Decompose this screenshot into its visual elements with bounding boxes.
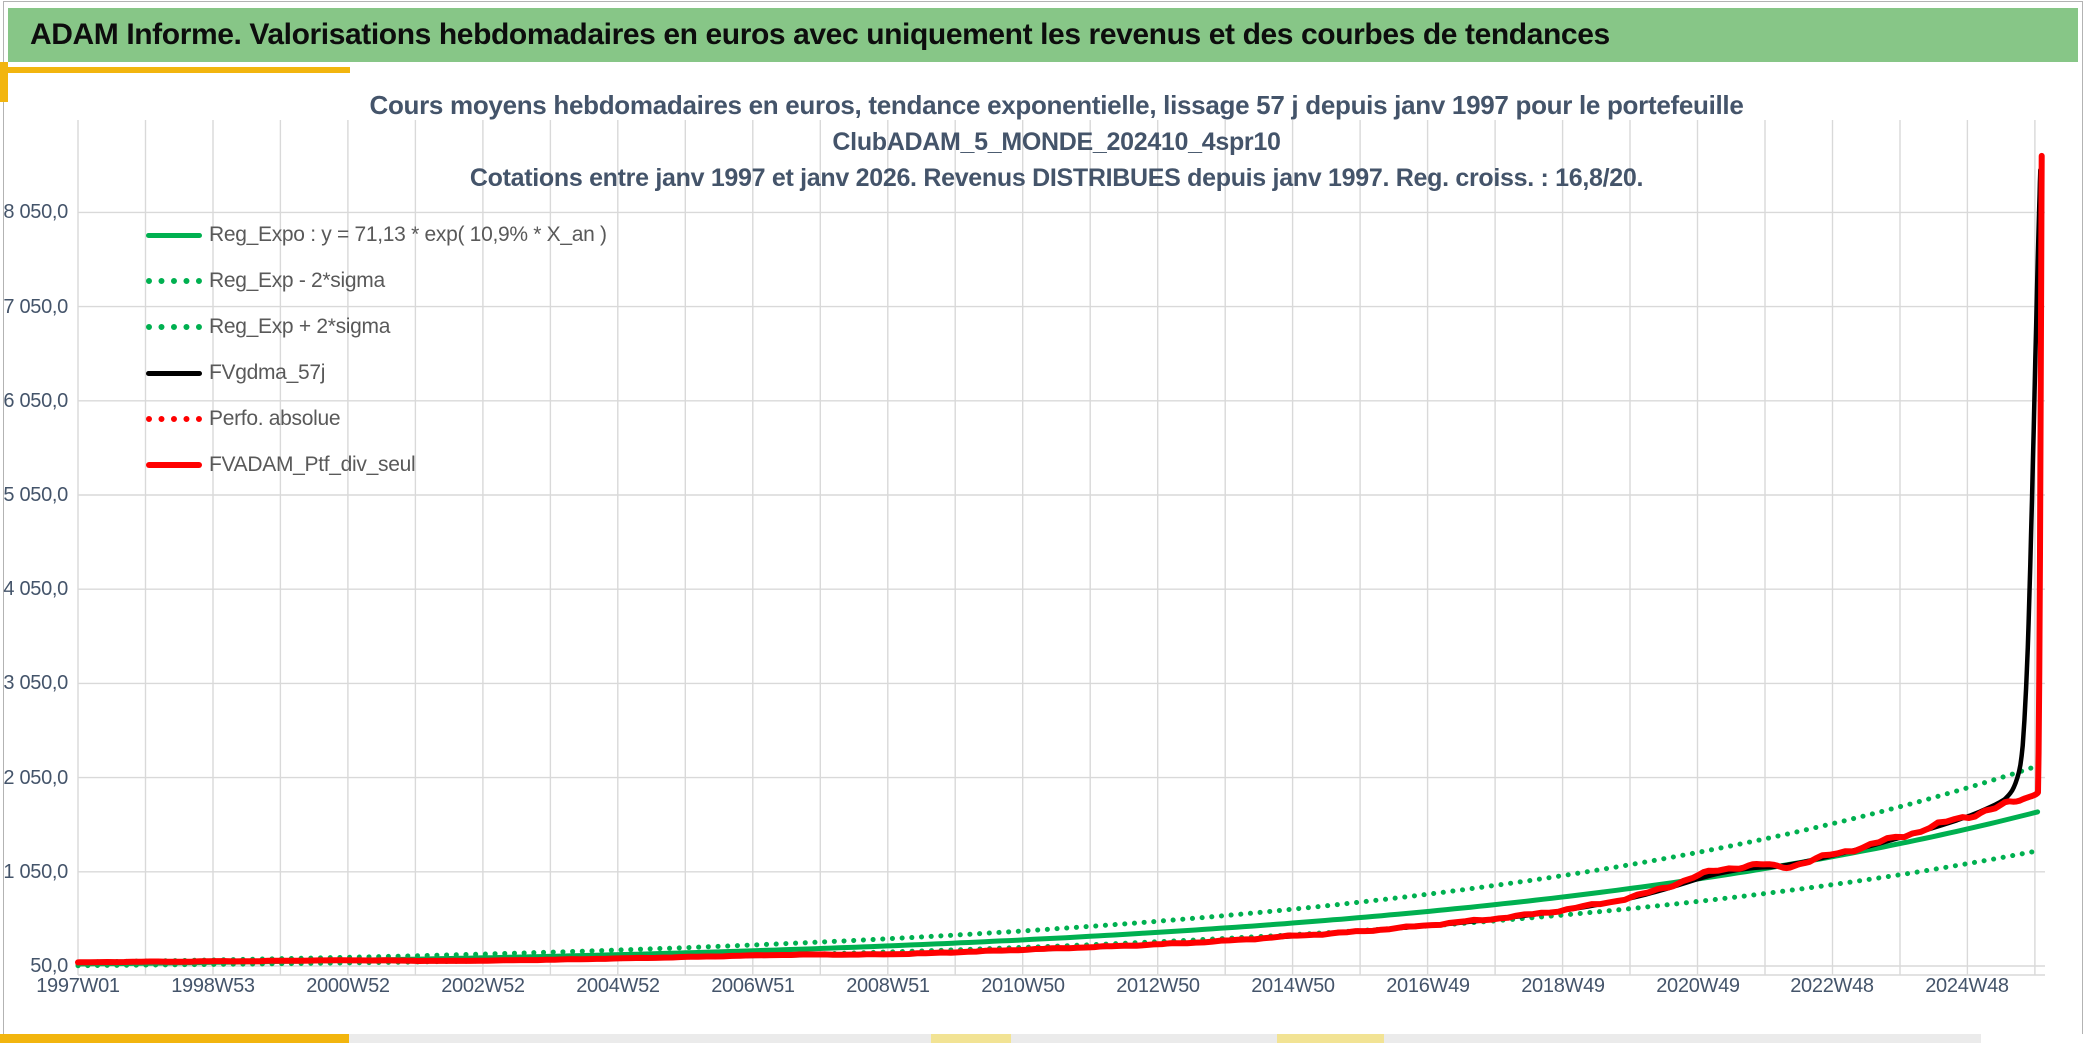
legend-item-fvadam-ptf-div-seul: FVADAM_Ptf_div_seul	[146, 442, 607, 488]
red-dotted-line-icon	[146, 416, 202, 422]
x-axis-tick-label: 2002W52	[441, 975, 525, 997]
pale-yellow-1	[931, 1034, 1011, 1043]
y-axis-tick-label: 8 050,0	[3, 201, 68, 223]
gray-track	[349, 1034, 1981, 1043]
chart-title-line-1: Cours moyens hebdomadaires en euros, ten…	[369, 90, 1744, 120]
series-reg_expo-path	[75, 809, 2041, 967]
y-axis-tick-label: 6 050,0	[3, 390, 68, 412]
x-axis-tick-label: 2008W51	[846, 975, 930, 997]
x-axis-tick-label: 2018W49	[1521, 975, 1605, 997]
x-axis-tick-label: 2024W48	[1925, 975, 2009, 997]
y-axis-tick-label: 5 050,0	[3, 484, 68, 506]
y-axis-tick-label: 7 050,0	[3, 296, 68, 318]
x-axis-tick-label: 2000W52	[306, 975, 390, 997]
y-axis-tick-label: 2 050,0	[3, 767, 68, 789]
gold-bar	[0, 1034, 349, 1043]
x-axis-tick-label: 2006W51	[711, 975, 795, 997]
x-axis-tick-label: 2016W49	[1386, 975, 1470, 997]
legend-item-fvgdma-57j: FVgdma_57j	[146, 350, 607, 396]
footer-strip	[0, 1034, 2086, 1043]
x-axis-tick-label: 2014W50	[1251, 975, 1335, 997]
x-axis-tick-label: 2012W50	[1116, 975, 1200, 997]
red-solid-line-icon	[146, 462, 202, 468]
series-reg_exp_plus_2sigma-path	[75, 763, 2041, 965]
chart-legend: Reg_Expo : y = 71,13 * exp( 10,9% * X_an…	[146, 212, 607, 488]
legend-label: FVgdma_57j	[209, 361, 326, 384]
chart-plot-area	[75, 120, 2045, 976]
x-axis-tick-label: 2004W52	[576, 975, 660, 997]
legend-item-reg-exp-plus-2sigma: Reg_Exp + 2*sigma	[146, 304, 607, 350]
legend-item-reg-exp-minus-2sigma: Reg_Exp - 2*sigma	[146, 258, 607, 304]
x-axis-tick-label: 2022W48	[1790, 975, 1874, 997]
legend-label: Reg_Exp - 2*sigma	[209, 269, 385, 292]
x-axis-tick-label: 2010W50	[981, 975, 1065, 997]
y-axis-tick-label: 1 050,0	[3, 861, 68, 883]
legend-label: Reg_Expo : y = 71,13 * exp( 10,9% * X_an…	[209, 223, 607, 246]
x-axis-tick-label: 1998W53	[171, 975, 255, 997]
legend-item-reg-expo: Reg_Expo : y = 71,13 * exp( 10,9% * X_an…	[146, 212, 607, 258]
x-axis-tick-label: 2020W49	[1656, 975, 1740, 997]
chart-title-line-3: Cotations entre janv 1997 et janv 2026. …	[469, 164, 1644, 192]
y-axis-tick-label: 50,0	[30, 955, 68, 977]
chart-title-line-2: ClubADAM_5_MONDE_202410_4spr10	[832, 128, 1281, 156]
green-solid-line-icon	[146, 232, 202, 238]
black-solid-line-icon	[146, 370, 202, 376]
y-axis-tick-label: 3 050,0	[3, 672, 68, 694]
legend-label: FVADAM_Ptf_div_seul	[209, 453, 416, 476]
legend-item-perfo-absolue: Perfo. absolue	[146, 396, 607, 442]
legend-label: Reg_Exp + 2*sigma	[209, 315, 391, 338]
legend-label: Perfo. absolue	[209, 407, 341, 430]
x-axis-tick-label: 1997W01	[36, 975, 120, 997]
green-dotted-line-icon	[146, 324, 202, 330]
page: ADAM Informe. Valorisations hebdomadaire…	[0, 0, 2086, 1043]
pale-yellow-2	[1277, 1034, 1384, 1043]
green-dotted-line-icon	[146, 278, 202, 284]
y-axis-tick-label: 4 050,0	[3, 578, 68, 600]
